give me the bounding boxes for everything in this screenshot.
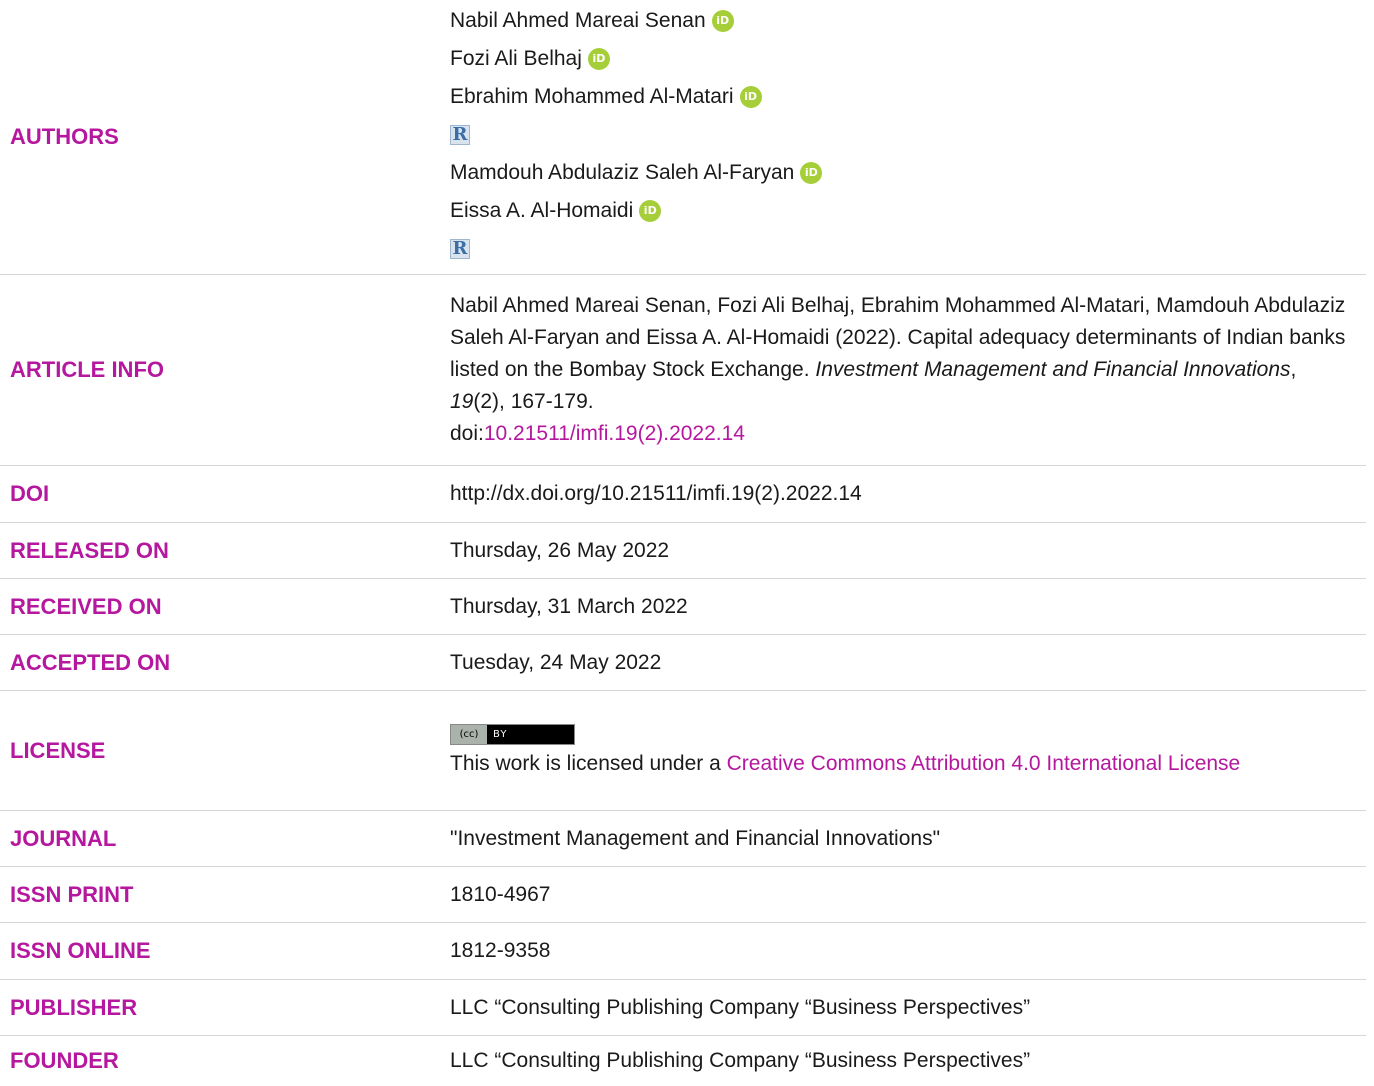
publisher-label: PUBLISHER	[10, 994, 138, 1020]
citation-volume: 19	[450, 390, 474, 413]
license-text: This work is licensed under a Creative C…	[450, 748, 1346, 780]
journal-label: JOURNAL	[10, 825, 117, 851]
article-info-table: AUTHORS Nabil Ahmed Mareai Senan iD Fozi…	[0, 0, 1366, 1086]
issn-print-label: ISSN PRINT	[10, 881, 134, 907]
row-founder: FOUNDER LLC “Consulting Publishing Compa…	[0, 1036, 1366, 1086]
accepted-on-value: Tuesday, 24 May 2022	[450, 650, 662, 674]
row-accepted-on: ACCEPTED ON Tuesday, 24 May 2022	[0, 635, 1366, 691]
license-label: LICENSE	[10, 737, 106, 763]
author-item: Ebrahim Mohammed Al-Matari iD	[450, 78, 1346, 116]
citation-doi-prefix: doi:	[450, 422, 484, 445]
authors-label: AUTHORS	[10, 124, 119, 149]
issn-online-label: ISSN ONLINE	[10, 938, 151, 963]
cc-by-badge-icon[interactable]: (cc) BY	[450, 724, 575, 745]
by-icon: BY	[493, 728, 508, 740]
article-info-label: ARTICLE INFO	[10, 357, 164, 382]
researcherid-line: R	[450, 230, 1346, 268]
row-publisher: PUBLISHER LLC “Consulting Publishing Com…	[0, 980, 1366, 1036]
cc-badge-line: (cc) BY	[450, 722, 1346, 748]
row-doi: DOI http://dx.doi.org/10.21511/imfi.19(2…	[0, 466, 1366, 523]
author-name[interactable]: Ebrahim Mohammed Al-Matari	[450, 81, 734, 113]
row-authors: AUTHORS Nabil Ahmed Mareai Senan iD Fozi…	[0, 0, 1366, 275]
founder-label: FOUNDER	[10, 1048, 119, 1073]
row-article-info: ARTICLE INFO Nabil Ahmed Mareai Senan, F…	[0, 275, 1366, 466]
author-name[interactable]: Mamdouh Abdulaziz Saleh Al-Faryan	[450, 157, 794, 189]
author-item: Fozi Ali Belhaj iD	[450, 40, 1346, 78]
doi-value: http://dx.doi.org/10.21511/imfi.19(2).20…	[450, 482, 862, 505]
author-item: Mamdouh Abdulaziz Saleh Al-Faryan iD	[450, 154, 1346, 192]
citation-doi-link[interactable]: 10.21511/imfi.19(2).2022.14	[484, 422, 745, 445]
researcherid-icon[interactable]: R	[450, 238, 470, 259]
researcherid-line: R	[450, 116, 1346, 154]
row-issn-online: ISSN ONLINE 1812-9358	[0, 923, 1366, 980]
publisher-value: LLC “Consulting Publishing Company “Busi…	[450, 995, 1031, 1019]
row-received-on: RECEIVED ON Thursday, 31 March 2022	[0, 579, 1366, 635]
authors-list: Nabil Ahmed Mareai Senan iD Fozi Ali Bel…	[441, 0, 1366, 274]
issn-print-value: 1810-4967	[450, 882, 551, 906]
citation-sep: ,	[1290, 358, 1297, 381]
author-name[interactable]: Eissa A. Al-Homaidi	[450, 195, 633, 227]
journal-value: "Investment Management and Financial Inn…	[450, 826, 941, 850]
founder-value: LLC “Consulting Publishing Company “Busi…	[450, 1049, 1031, 1072]
orcid-icon[interactable]: iD	[587, 48, 610, 70]
issn-online-value: 1812-9358	[450, 939, 551, 962]
doi-label: DOI	[10, 481, 50, 506]
author-item: Eissa A. Al-Homaidi iD	[450, 192, 1346, 230]
cc-icon: (cc)	[451, 725, 487, 744]
citation-text: Nabil Ahmed Mareai Senan, Fozi Ali Belha…	[450, 290, 1346, 450]
row-issn-print: ISSN PRINT 1810-4967	[0, 867, 1366, 923]
orcid-icon[interactable]: iD	[711, 10, 734, 32]
researcherid-icon[interactable]: R	[450, 124, 470, 145]
author-name[interactable]: Fozi Ali Belhaj	[450, 43, 582, 75]
released-on-label: RELEASED ON	[10, 537, 169, 563]
row-released-on: RELEASED ON Thursday, 26 May 2022	[0, 523, 1366, 579]
orcid-icon[interactable]: iD	[739, 86, 762, 108]
row-journal: JOURNAL "Investment Management and Finan…	[0, 811, 1366, 867]
author-name[interactable]: Nabil Ahmed Mareai Senan	[450, 5, 706, 37]
citation-issue-pages: (2), 167-179.	[473, 390, 594, 413]
released-on-value: Thursday, 26 May 2022	[450, 538, 670, 562]
orcid-icon[interactable]: iD	[639, 200, 662, 222]
received-on-value: Thursday, 31 March 2022	[450, 594, 688, 618]
orcid-icon[interactable]: iD	[800, 162, 823, 184]
license-link[interactable]: Creative Commons Attribution 4.0 Interna…	[727, 752, 1241, 775]
article-citation: Nabil Ahmed Mareai Senan, Fozi Ali Belha…	[441, 275, 1366, 465]
citation-journal: Investment Management and Financial Inno…	[815, 358, 1291, 381]
row-license: LICENSE (cc) BY This work is licensed un…	[0, 691, 1366, 811]
accepted-on-label: ACCEPTED ON	[10, 649, 171, 675]
author-item: Nabil Ahmed Mareai Senan iD	[450, 2, 1346, 40]
license-value: (cc) BY This work is licensed under a Cr…	[441, 691, 1366, 810]
license-prefix: This work is licensed under a	[450, 751, 727, 775]
received-on-label: RECEIVED ON	[10, 593, 162, 619]
